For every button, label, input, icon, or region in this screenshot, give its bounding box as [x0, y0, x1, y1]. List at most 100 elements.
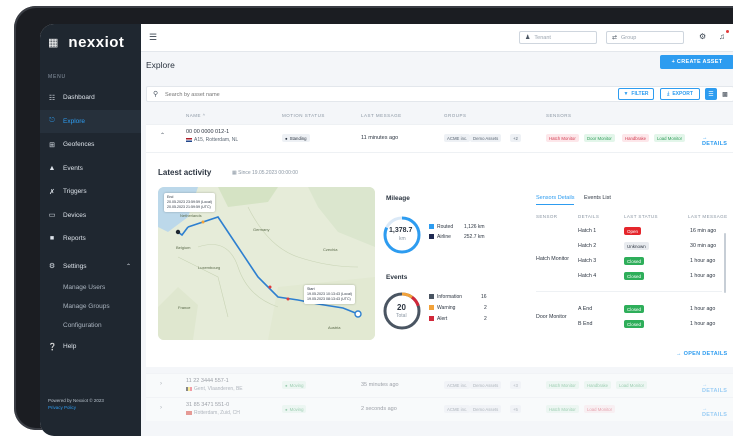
powered-by: Powered by Nexxiot © 2023 Privacy Policy: [48, 398, 104, 410]
sidebar-subitem-configuration[interactable]: Configuration: [40, 316, 141, 335]
group-select[interactable]: ⇄ Group: [606, 31, 684, 44]
info-swatch: [429, 294, 434, 299]
sensors-scrollbar[interactable]: [724, 233, 726, 293]
sensor-detail: Hatch 3: [578, 258, 597, 264]
sidebar-item-label: Help: [63, 343, 77, 351]
flag-be-icon: [186, 386, 192, 391]
last-col-header: LAST MESSAGE: [688, 214, 728, 219]
status-badge: Closed: [624, 257, 645, 265]
alert-label: Alert: [437, 316, 448, 322]
mileage-total: 1,378.7: [389, 227, 413, 234]
chevron-up-icon: ⌃: [125, 263, 131, 270]
sidebar-item-settings[interactable]: ⚙ Settings ⌃: [40, 255, 141, 279]
col-last-message[interactable]: LAST MESSAGE: [361, 113, 402, 118]
sidebar-nav: ☷ Dashboard ⎋ Explore ⊞ Geofences ▲ Events ✗…: [40, 86, 141, 359]
asset-location: Rotterdam, Zuid, CH: [186, 410, 240, 416]
sidebar: ▦ nexxiot MENU ☷ Dashboard ⎋ Explore ⊞ Geof…: [40, 24, 141, 436]
airline-label: Airline: [437, 234, 451, 240]
map-label: Luxembourg: [198, 265, 221, 270]
tenant-select[interactable]: ♟ Tenant: [519, 31, 597, 44]
warning-swatch: [429, 305, 434, 310]
motion-text: Moving: [289, 382, 304, 388]
col-name[interactable]: NAME ^: [186, 113, 205, 118]
group-more-tag[interactable]: +2: [510, 134, 521, 142]
brand: ▦ nexxiot: [48, 34, 124, 51]
trigger-icon: ✗: [49, 188, 55, 196]
status-badge: Closed: [624, 320, 645, 328]
details-link[interactable]: → DETAILS: [702, 382, 733, 394]
create-asset-button[interactable]: + CREATE ASSET: [660, 55, 733, 69]
sidebar-item-label: Reports: [63, 235, 86, 243]
sidebar-item-dashboard[interactable]: ☷ Dashboard: [40, 86, 141, 110]
privacy-policy-link[interactable]: Privacy Policy: [48, 405, 104, 410]
col-motion: MOTION STATUS: [282, 113, 325, 118]
sidebar-item-help[interactable]: ❔ Help: [40, 335, 141, 359]
table-header: NAME ^ MOTION STATUS LAST MESSAGE GROUPS…: [146, 108, 733, 122]
sidebar-item-explore[interactable]: ⎋ Explore: [40, 109, 141, 133]
details-link[interactable]: → DETAILS: [702, 135, 733, 147]
chevron-right-icon[interactable]: ›: [160, 381, 162, 387]
sensor-last: 1 hour ago: [690, 273, 716, 279]
hierarchy-view-button[interactable]: ▩: [719, 88, 731, 100]
settings-gear-icon[interactable]: ⚙: [699, 32, 706, 41]
group-tag: Demo Assets: [470, 405, 502, 413]
list-view-button[interactable]: ☰: [705, 88, 717, 100]
route-map[interactable]: End 20.05.2023 23:59:59 (Local) 20.05.20…: [158, 187, 375, 340]
bell-icon[interactable]: ♫: [719, 32, 725, 41]
location-text: Rotterdam, Zuid, CH: [194, 410, 240, 416]
asset-activity-panel: Latest activity ▦ Since 19.05.2023 00:00…: [146, 152, 733, 367]
sidebar-subitem-manage-users[interactable]: Manage Users: [40, 278, 141, 297]
sensor-detail: A End: [578, 306, 593, 312]
motion-text: Standing: [289, 135, 307, 141]
sidebar-item-triggers[interactable]: ✗ Triggers: [40, 180, 141, 204]
asset-location: Gent, Vlaanderen, BE: [186, 386, 243, 392]
group-tag: Demo Assets: [470, 381, 502, 389]
last-message: 2 seconds ago: [361, 406, 397, 412]
sensor-tag: Door Monitor: [584, 134, 615, 142]
table-row[interactable]: › 31 85 3471 551-0 Rotterdam, Zuid, CH ●…: [146, 397, 733, 421]
mileage-gauge: [383, 216, 421, 254]
sidebar-item-events[interactable]: ▲ Events: [40, 157, 141, 181]
table-row[interactable]: › 11 22 3444 557-1 Gent, Vlaanderen, BE …: [146, 373, 733, 397]
alert-value: 2: [484, 316, 487, 322]
col-sensors: SENSORS: [546, 113, 572, 118]
routed-swatch: [429, 224, 434, 229]
device-frame: ▦ nexxiot MENU ☷ Dashboard ⎋ Explore ⊞ Geof…: [14, 6, 733, 436]
table-row[interactable]: ⌃ 00 00 0000 012-1 A15, Rotterdam, NL ● S…: [146, 124, 733, 152]
sensor-last: 30 min ago: [690, 243, 717, 249]
tab-sensors-details[interactable]: Sensors Details: [536, 195, 575, 201]
motion-badge: ● Standing: [282, 134, 310, 142]
users-icon: ♟: [525, 35, 531, 41]
search-input[interactable]: [163, 89, 467, 101]
sensor-col-header: SENSOR: [536, 214, 558, 219]
export-button[interactable]: ⤓ EXPORT: [660, 88, 700, 100]
sensor-tag: Load Monitor: [584, 405, 616, 413]
activity-title: Latest activity: [158, 168, 212, 177]
group-more-tag[interactable]: +3: [510, 381, 521, 389]
open-details-link[interactable]: → OPEN DETAILS: [676, 351, 727, 357]
sidebar-item-geofences[interactable]: ⊞ Geofences: [40, 133, 141, 157]
last-message: 35 minutes ago: [361, 382, 399, 388]
end-utc: 20.05.2023 21:59:59 (UTC): [167, 205, 211, 209]
sensor-tag: Handbrake: [622, 134, 650, 142]
chevron-right-icon[interactable]: ›: [160, 405, 162, 411]
sensor-tag: Handbrake: [584, 381, 612, 389]
hamburger-menu-icon[interactable]: ☰: [149, 32, 157, 43]
apps-grid-icon[interactable]: ▦: [48, 36, 58, 49]
sidebar-item-reports[interactable]: ■ Reports: [40, 227, 141, 251]
sidebar-item-label: Events: [63, 164, 83, 172]
sensor-divider: [536, 291, 722, 292]
filter-icon: ▼: [623, 91, 629, 97]
group-more-tag[interactable]: +5: [510, 405, 521, 413]
map-start-tooltip: Start 19.05.2023 10:13:43 (Local) 19.05.…: [304, 285, 355, 304]
chevron-up-icon[interactable]: ⌃: [160, 132, 165, 139]
group-tag: ACME inc.: [444, 381, 471, 389]
details-link[interactable]: → DETAILS: [702, 406, 733, 418]
routed-value: 1,126 km: [464, 224, 485, 230]
last-message: 11 minutes ago: [361, 135, 399, 141]
flag-nl-icon: [186, 137, 192, 142]
tab-events-list[interactable]: Events List: [584, 195, 611, 201]
filter-button[interactable]: ▼ FILTER: [618, 88, 654, 100]
sidebar-item-devices[interactable]: ▭ Devices: [40, 204, 141, 228]
sidebar-subitem-manage-groups[interactable]: Manage Groups: [40, 297, 141, 316]
